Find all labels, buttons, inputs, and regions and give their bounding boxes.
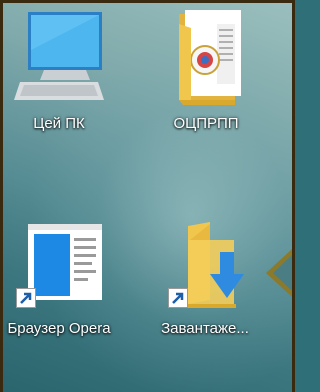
browser-window-icon <box>14 220 104 308</box>
desktop-icon-this-pc[interactable]: Цей ПК <box>4 10 114 134</box>
screenshot-frame-left <box>0 0 3 392</box>
computer-monitor-icon <box>14 10 104 105</box>
pointer-arrow-inner <box>273 255 292 291</box>
shortcut-arrow-icon <box>168 288 188 308</box>
desktop-icon-label: Цей ПК <box>33 115 85 132</box>
screenshot-frame-right <box>292 0 295 392</box>
desktop-icon-folder-ocprpp[interactable]: ОЦПРПП <box>151 10 261 134</box>
shortcut-arrow-icon <box>16 288 36 308</box>
desktop-icon-label: Браузер Opera <box>7 320 111 337</box>
desktop-icon-label: ОЦПРПП <box>173 115 239 132</box>
screenshot-frame-top <box>0 0 295 3</box>
desktop-icon-label: Завантаже... <box>161 320 249 337</box>
desktop-icon-opera-browser[interactable]: Браузер Opera <box>4 220 114 339</box>
downloads-folder-icon <box>160 220 250 308</box>
folder-with-documents-icon <box>161 10 251 105</box>
desktop-icon-downloads[interactable]: Завантаже... <box>150 220 260 339</box>
desktop: Цей ПК ОЦПРПП Браузер Opera Завантаже... <box>0 0 295 392</box>
